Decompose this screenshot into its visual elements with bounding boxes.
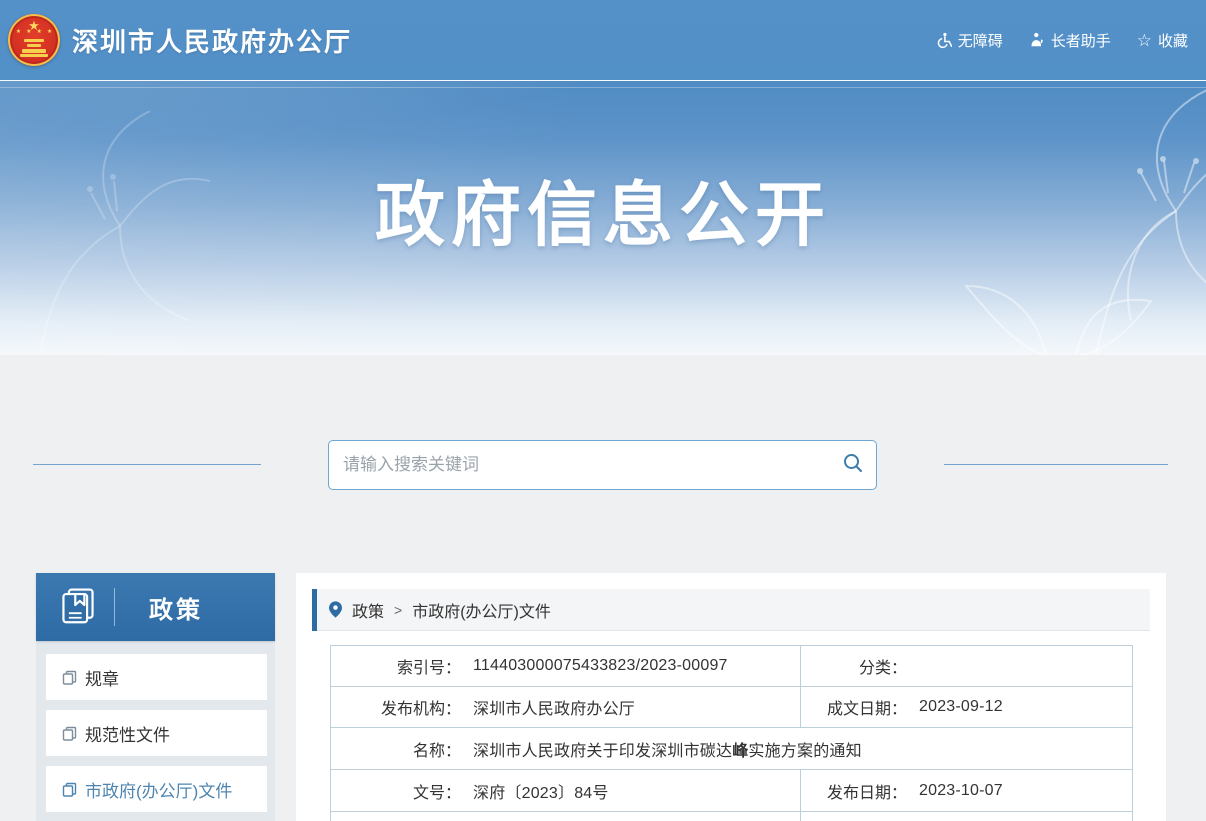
table-row: 文号： 深府〔2023〕84号 发布日期： 2023-10-07 (331, 770, 1132, 812)
issuing-agency-cell: 发布机构： 深圳市人民政府办公厅 (331, 687, 801, 727)
issuing-agency-value: 深圳市人民政府办公厅 (473, 695, 635, 719)
sidebar-item-regulations[interactable]: 规章 (46, 654, 267, 700)
index-number-cell: 索引号： 114403000075433823/2023-00097 (331, 646, 801, 686)
wheelchair-icon (935, 32, 952, 49)
elder-helper-link[interactable]: 长者助手 (1029, 30, 1111, 51)
breadcrumb-item-policy[interactable]: 政策 (352, 598, 384, 622)
index-number-value: 114403000075433823/2023-00097 (473, 657, 728, 675)
emblem-small-stars: ★★★★ (8, 29, 60, 35)
emblem-gate (20, 39, 48, 57)
table-row (331, 812, 1132, 821)
search-box (328, 440, 877, 490)
document-number-value: 深府〔2023〕84号 (473, 779, 609, 803)
search-button[interactable] (830, 441, 876, 489)
accessibility-label: 无障碍 (958, 30, 1003, 51)
elder-helper-icon (1029, 32, 1045, 48)
table-cell (801, 812, 1132, 821)
index-number-label: 索引号： (331, 654, 461, 678)
accessibility-link[interactable]: 无障碍 (935, 30, 1003, 51)
search-icon (842, 452, 864, 479)
policy-sidebar: 政策 规章 规范性文件 (36, 573, 275, 821)
table-cell (331, 812, 801, 821)
search-input[interactable] (329, 441, 830, 489)
book-icon (58, 585, 98, 630)
document-meta-table: 索引号： 114403000075433823/2023-00097 分类： 发… (330, 645, 1133, 821)
category-label: 分类： (801, 654, 907, 678)
document-name-label: 名称： (331, 737, 461, 761)
sidebar-header-divider (114, 588, 115, 626)
category-cell: 分类： (801, 646, 1132, 686)
document-icon (62, 670, 77, 685)
site-title[interactable]: 深圳市人民政府办公厅 (72, 22, 352, 59)
banner-title: 政府信息公开 (0, 159, 1206, 260)
document-name-value: 深圳市人民政府关于印发深圳市碳达峰实施方案的通知 (473, 737, 862, 761)
breadcrumb-accent-bar (312, 589, 317, 631)
favorite-link[interactable]: ☆ 收藏 (1137, 30, 1188, 51)
banner-divider-line (0, 87, 1206, 88)
search-deco-line-right (944, 464, 1168, 465)
publish-date-label: 发布日期： (801, 779, 907, 803)
page: ★ ★★★★ 深圳市人民政府办公厅 无障碍 (0, 0, 1206, 821)
document-number-label: 文号： (331, 779, 461, 803)
issue-date-cell: 成文日期： 2023-09-12 (801, 687, 1132, 727)
site-header: ★ ★★★★ 深圳市人民政府办公厅 无障碍 (0, 0, 1206, 80)
issue-date-label: 成文日期： (801, 695, 907, 719)
sidebar-item-normative-documents[interactable]: 规范性文件 (46, 710, 267, 756)
table-row: 索引号： 114403000075433823/2023-00097 分类： (331, 646, 1132, 687)
sidebar-item-label: 规范性文件 (85, 721, 170, 746)
document-icon (62, 782, 77, 797)
issuing-agency-label: 发布机构： (331, 695, 461, 719)
header-links: 无障碍 长者助手 ☆ 收藏 (935, 0, 1188, 80)
location-pin-icon (329, 601, 342, 618)
national-emblem-logo: ★ ★★★★ (8, 14, 60, 66)
banner: 政府信息公开 (0, 80, 1206, 355)
table-row: 名称： 深圳市人民政府关于印发深圳市碳达峰实施方案的通知 (331, 728, 1132, 770)
sidebar-item-municipal-government-documents[interactable]: 市政府(办公厅)文件 (46, 766, 267, 812)
favorite-label: 收藏 (1158, 30, 1188, 51)
star-icon: ☆ (1137, 32, 1152, 49)
sidebar-header: 政策 (36, 573, 275, 641)
publish-date-value: 2023-10-07 (919, 782, 1003, 800)
document-icon (62, 726, 77, 741)
sidebar-items: 规章 规范性文件 市政府(办公厅)文件 (36, 641, 275, 812)
issue-date-value: 2023-09-12 (919, 698, 1003, 716)
site-brand[interactable]: ★ ★★★★ 深圳市人民政府办公厅 (8, 14, 352, 66)
breadcrumb-item-current: 市政府(办公厅)文件 (412, 598, 551, 622)
publish-date-cell: 发布日期： 2023-10-07 (801, 770, 1132, 811)
table-row: 发布机构： 深圳市人民政府办公厅 成文日期： 2023-09-12 (331, 687, 1132, 728)
sidebar-item-label: 规章 (85, 665, 119, 690)
breadcrumb: 政策 > 市政府(办公厅)文件 (312, 589, 1150, 631)
document-name-cell: 名称： 深圳市人民政府关于印发深圳市碳达峰实施方案的通知 (331, 728, 1132, 769)
document-number-cell: 文号： 深府〔2023〕84号 (331, 770, 801, 811)
highlighted-keyword: 峰 (732, 743, 748, 760)
sidebar-title: 政策 (149, 590, 203, 625)
elder-helper-label: 长者助手 (1051, 30, 1111, 51)
breadcrumb-separator: > (394, 602, 402, 618)
search-deco-line-left (33, 464, 261, 465)
sidebar-item-label: 市政府(办公厅)文件 (85, 777, 232, 802)
